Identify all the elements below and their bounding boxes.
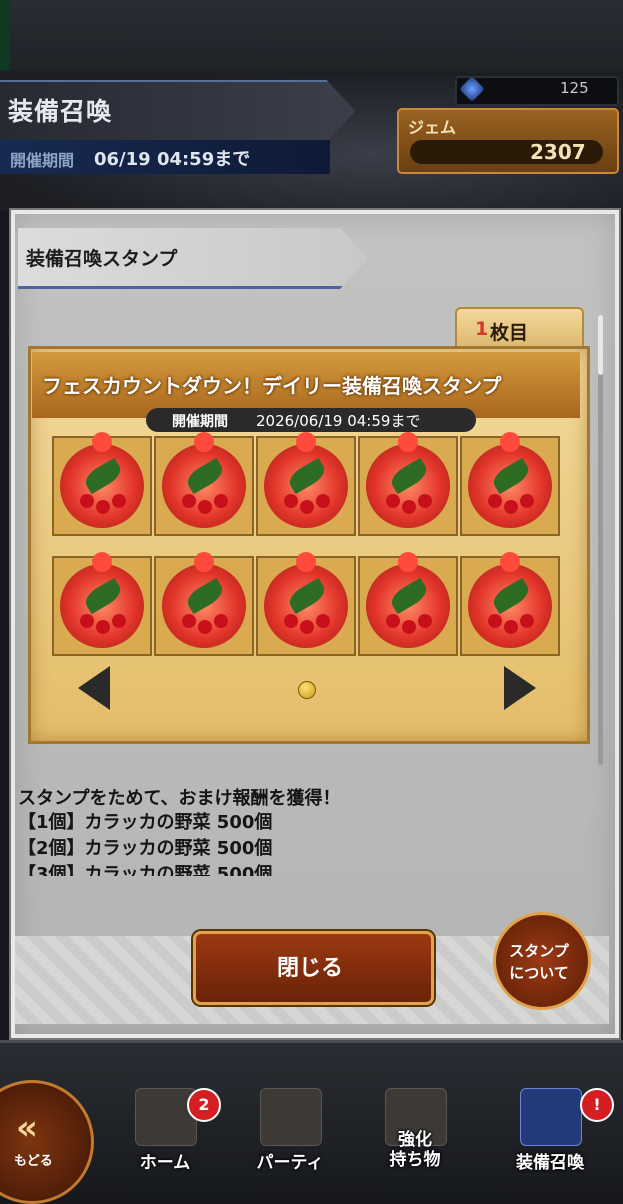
vegetable-stamp-icon	[256, 552, 356, 656]
vegetable-stamp-icon	[154, 432, 254, 536]
sheet-unit: 枚目	[490, 322, 529, 344]
vegetable-stamp-icon	[256, 432, 356, 536]
about-stamp-label-2: について	[509, 964, 569, 982]
reward-description: スタンプをためて、おまけ報酬を獲得！ 【1個】カラッカの野菜 500個 【2個】…	[14, 784, 594, 876]
back-button-label: もどる	[14, 1154, 53, 1169]
nav-enhance-label: 強化 持ち物	[389, 1130, 441, 1170]
stamp-card-period-value: 2026/06/19 04:59まで	[256, 412, 421, 430]
reward-description-line: 【2個】カラッカの野菜 500個	[18, 838, 273, 859]
nav-home[interactable]: ホーム 2	[115, 1078, 221, 1188]
status-strip	[0, 0, 623, 71]
close-button-label: 閉じる	[277, 956, 344, 981]
reward-description-line: 【1個】カラッカの野菜 500個	[18, 812, 273, 833]
vegetable-stamp-icon	[460, 552, 560, 656]
nav-party-label: パーティ	[256, 1153, 324, 1173]
modal-title: 装備召喚スタンプ	[26, 248, 178, 270]
event-period-label: 開催期間	[10, 151, 75, 170]
vegetable-stamp-icon	[154, 552, 254, 656]
stamp-card-title: フェスカウントダウン！デイリー装備召喚スタンプ	[42, 374, 502, 398]
nav-summon-badge: !	[580, 1088, 614, 1122]
nav-summon-label: 装備召喚	[516, 1153, 584, 1173]
nav-home-label: ホーム	[139, 1153, 191, 1173]
gem-value: 2307	[530, 140, 586, 164]
sheet-number: 1	[475, 318, 489, 340]
next-sheet-arrow-icon[interactable]	[504, 666, 536, 710]
page-title: 装備召喚	[8, 97, 113, 126]
about-stamp-label-1: スタンプ	[509, 942, 569, 960]
vegetable-stamp-icon	[460, 432, 560, 536]
vegetable-stamp-icon	[52, 552, 152, 656]
chess-pieces-icon	[260, 1088, 322, 1146]
modal-scrollbar[interactable]	[598, 315, 603, 765]
modal-scroll-thumb[interactable]	[598, 315, 603, 375]
gem-label: ジェム	[408, 118, 457, 137]
double-chevron-left-icon: «	[16, 1108, 38, 1148]
page-indicator-dot	[298, 681, 316, 699]
vegetable-stamp-icon	[358, 432, 458, 536]
reward-description-line: スタンプをためて、おまけ報酬を獲得！	[18, 788, 341, 809]
event-period-value: 06/19 04:59まで	[94, 149, 251, 170]
reward-description-line: 【3個】カラッカの野菜 500個	[18, 864, 273, 876]
stamp-grid	[52, 432, 562, 656]
stamp-card-period-label: 開催期間	[172, 414, 228, 430]
vegetable-stamp-icon	[52, 432, 152, 536]
crystal-value: 125	[560, 79, 589, 97]
nav-enhance-inventory[interactable]: 強化 持ち物	[365, 1078, 465, 1188]
prev-sheet-arrow-icon[interactable]	[78, 666, 110, 710]
status-accent	[0, 0, 10, 70]
about-stamp-button[interactable]	[493, 912, 591, 1010]
nav-party[interactable]: パーティ	[240, 1078, 340, 1188]
nav-equipment-summon[interactable]: 装備召喚 !	[500, 1078, 614, 1188]
summon-chest-icon	[520, 1088, 582, 1146]
vegetable-stamp-icon	[358, 552, 458, 656]
nav-home-badge: 2	[187, 1088, 221, 1122]
